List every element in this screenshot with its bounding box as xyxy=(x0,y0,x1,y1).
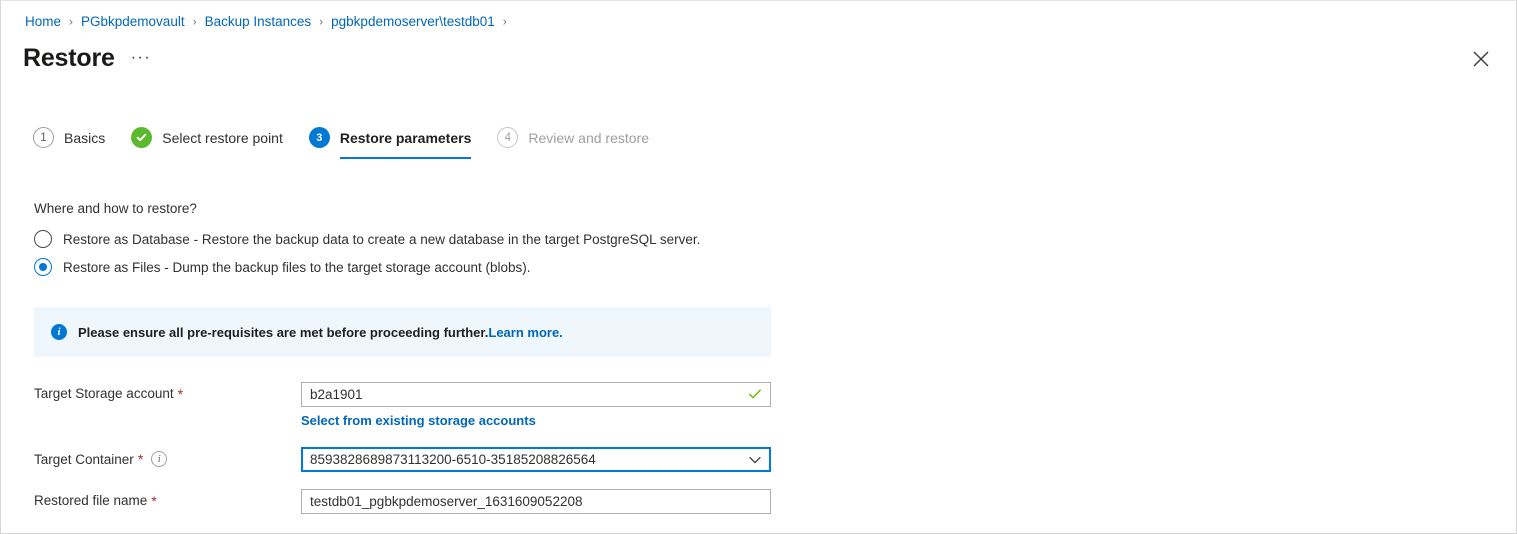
field-label-wrapper: Target Container * i xyxy=(34,447,301,467)
info-icon: i xyxy=(51,324,67,340)
step-number-badge: 3 xyxy=(308,127,330,148)
wizard-step-basics[interactable]: 1 Basics xyxy=(33,127,105,159)
breadcrumb-separator-icon: › xyxy=(319,14,324,29)
breadcrumb: Home › PGbkpdemovault › Backup Instances… xyxy=(25,13,515,31)
more-options-button[interactable]: ··· xyxy=(131,50,151,66)
page-title: Restore xyxy=(23,44,115,72)
step-label: Basics xyxy=(64,129,106,146)
learn-more-link[interactable]: Learn more. xyxy=(488,325,562,340)
breadcrumb-separator-icon: › xyxy=(192,14,197,29)
breadcrumb-separator-icon: › xyxy=(502,14,507,29)
radio-button-icon xyxy=(34,230,52,248)
wizard-step-select-restore-point[interactable]: Select restore point xyxy=(131,127,283,159)
title-row: Restore ··· xyxy=(23,41,151,75)
step-number-badge: 1 xyxy=(33,127,54,148)
required-marker: * xyxy=(177,385,184,402)
breadcrumb-item-instance[interactable]: pgbkpdemoserver\testdb01 xyxy=(331,13,495,31)
step-label: Restore parameters xyxy=(339,129,472,146)
field-restored-file-name: Restored file name * xyxy=(34,489,774,514)
breadcrumb-item-vault[interactable]: PGbkpdemovault xyxy=(81,13,185,31)
wizard-step-restore-parameters[interactable]: 3 Restore parameters xyxy=(308,127,472,159)
breadcrumb-item-home[interactable]: Home xyxy=(25,13,61,31)
radio-button-icon-selected xyxy=(34,258,52,276)
step-number-badge: 4 xyxy=(497,127,519,148)
section-heading: Where and how to restore? xyxy=(34,201,197,216)
info-banner-text: Please ensure all pre-requisites are met… xyxy=(78,324,489,340)
field-label: Target Container xyxy=(34,451,134,467)
restore-blade: Home › PGbkpdemovault › Backup Instances… xyxy=(0,0,1517,534)
field-label: Target Storage account xyxy=(34,386,174,401)
field-control xyxy=(301,447,771,472)
field-label: Restored file name xyxy=(34,493,148,508)
radio-restore-as-database[interactable]: Restore as Database - Restore the backup… xyxy=(34,230,700,248)
required-marker: * xyxy=(137,451,144,467)
info-tooltip-icon[interactable]: i xyxy=(151,451,168,467)
breadcrumb-separator-icon: › xyxy=(69,14,74,29)
target-storage-account-input[interactable] xyxy=(301,382,771,407)
radio-restore-as-files[interactable]: Restore as Files - Dump the backup files… xyxy=(34,258,700,276)
target-container-dropdown[interactable] xyxy=(301,447,771,472)
radio-label: Restore as Database - Restore the backup… xyxy=(63,231,701,247)
close-button[interactable] xyxy=(1468,46,1494,72)
wizard-steps: 1 Basics Select restore point 3 Restore … xyxy=(33,127,675,159)
select-existing-storage-accounts-link[interactable]: Select from existing storage accounts xyxy=(301,413,536,428)
field-control: Select from existing storage accounts xyxy=(301,382,771,430)
field-label-wrapper: Restored file name * xyxy=(34,489,301,508)
restore-parameters-form: Target Storage account * Select from exi… xyxy=(34,382,774,514)
required-marker: * xyxy=(151,492,157,509)
wizard-step-review-and-restore[interactable]: 4 Review and restore xyxy=(497,127,649,159)
checkmark-icon xyxy=(131,127,153,148)
breadcrumb-item-backup-instances[interactable]: Backup Instances xyxy=(205,13,312,31)
step-label: Select restore point xyxy=(162,129,283,146)
field-target-container: Target Container * i xyxy=(34,447,774,472)
field-control xyxy=(301,489,771,514)
info-banner: i Please ensure all pre-requisites are m… xyxy=(34,307,771,357)
restored-file-name-input[interactable] xyxy=(301,489,771,514)
step-label: Review and restore xyxy=(528,129,649,146)
radio-label: Restore as Files - Dump the backup files… xyxy=(63,259,531,275)
field-label-wrapper: Target Storage account * xyxy=(34,382,301,401)
restore-mode-radio-group: Restore as Database - Restore the backup… xyxy=(34,230,700,286)
field-target-storage-account: Target Storage account * Select from exi… xyxy=(34,382,774,430)
